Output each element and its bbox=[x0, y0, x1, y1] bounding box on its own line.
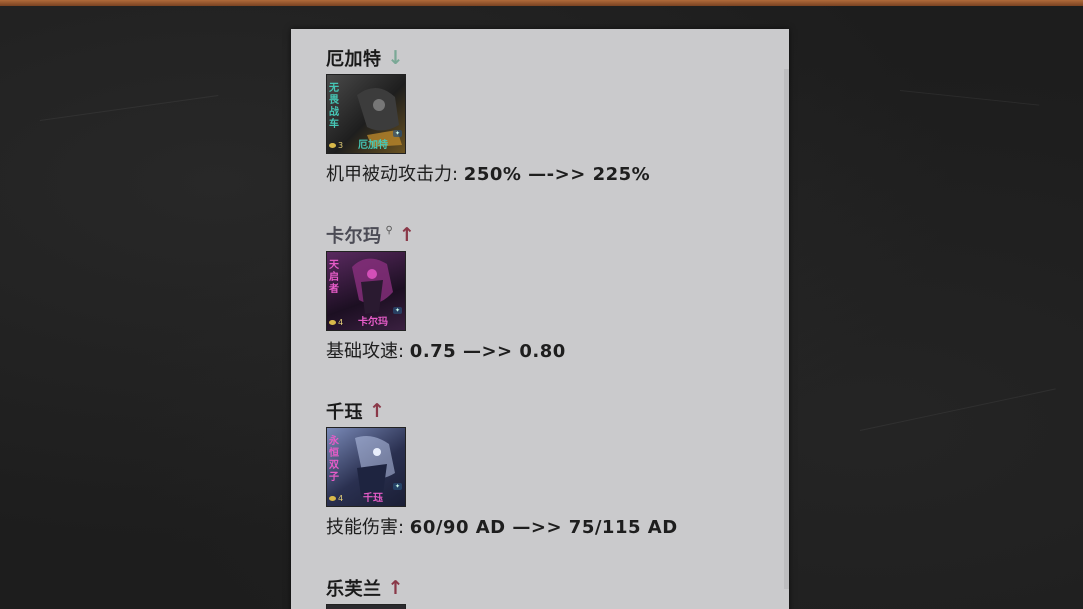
champion-entry-urgot: 厄加特 ↓ 无畏战车 ✦ 3 厄加特 机甲被动攻击力: 250% —->> 22… bbox=[326, 47, 650, 186]
scrollbar[interactable] bbox=[784, 69, 789, 589]
background-scratch bbox=[859, 388, 1056, 431]
champion-entry-karma: 卡尔玛 ⚲ ↑ 天启者 ✦ 4 卡尔玛 基础攻速: 0.75 —>> 0.80 bbox=[326, 224, 566, 363]
stat-values: 60/90 AD —>> 75/115 AD bbox=[409, 517, 678, 538]
stat-change-line: 技能伤害: 60/90 AD —>> 75/115 AD bbox=[326, 513, 678, 539]
trait-label: 无畏战车 bbox=[329, 83, 339, 130]
champion-entry-leblanc: 乐芙兰 ↑ bbox=[326, 576, 404, 600]
stat-change-line: 机甲被动攻击力: 250% —->> 225% bbox=[326, 160, 650, 186]
champion-portrait: 天启者 ✦ 4 卡尔玛 bbox=[326, 251, 406, 331]
patch-notes-panel: 厄加特 ↓ 无畏战车 ✦ 3 厄加特 机甲被动攻击力: 250% —->> 22… bbox=[291, 29, 789, 609]
stat-label: 基础攻速: bbox=[326, 341, 410, 362]
champion-header: 卡尔玛 ⚲ ↑ bbox=[326, 223, 566, 248]
search-icon: ⚲ bbox=[385, 224, 393, 236]
stat-label: 机甲被动攻击力: bbox=[326, 164, 464, 185]
stat-label: 技能伤害: bbox=[326, 517, 410, 538]
champion-name: 千珏 bbox=[326, 402, 363, 423]
portrait-name: 卡尔玛 bbox=[358, 317, 388, 328]
stat-values: 0.75 —>> 0.80 bbox=[409, 341, 566, 362]
coin-icon bbox=[329, 320, 336, 325]
portrait-name: 厄加特 bbox=[358, 140, 388, 151]
champion-name: 卡尔玛 bbox=[326, 226, 382, 247]
portrait-name: 千珏 bbox=[363, 493, 383, 504]
trait-label: 天启者 bbox=[329, 260, 339, 295]
background-scratch bbox=[39, 94, 219, 121]
buff-arrow-icon: ↑ bbox=[369, 399, 385, 422]
champion-portrait: 无畏战车 ✦ 3 厄加特 bbox=[326, 74, 406, 154]
coin-icon bbox=[329, 143, 336, 148]
video-frame: 厄加特 ↓ 无畏战车 ✦ 3 厄加特 机甲被动攻击力: 250% —->> 22… bbox=[0, 0, 1083, 609]
stat-values: 250% —->> 225% bbox=[463, 164, 651, 185]
buff-arrow-icon: ↑ bbox=[398, 223, 415, 246]
frame-top-border bbox=[0, 0, 1083, 6]
champion-entry-kindred: 千珏 ↑ 永恒双子 ✦ 4 千珏 技能伤害: 60/90 AD —>> 75/1… bbox=[326, 400, 678, 539]
champion-header: 乐芙兰 ↑ bbox=[326, 576, 404, 600]
stat-change-line: 基础攻速: 0.75 —>> 0.80 bbox=[326, 337, 566, 363]
champion-name: 乐芙兰 bbox=[326, 579, 382, 600]
champion-header: 千珏 ↑ bbox=[326, 399, 678, 423]
buff-arrow-icon: ↑ bbox=[387, 576, 404, 599]
coin-icon bbox=[329, 496, 336, 501]
trait-label: 永恒双子 bbox=[329, 436, 339, 483]
background-scratch bbox=[899, 90, 1040, 106]
champion-portrait bbox=[326, 604, 406, 609]
champion-name: 厄加特 bbox=[326, 49, 382, 70]
nerf-arrow-icon: ↓ bbox=[387, 46, 404, 69]
champion-header: 厄加特 ↓ bbox=[326, 46, 650, 70]
champion-portrait: 永恒双子 ✦ 4 千珏 bbox=[326, 427, 406, 507]
